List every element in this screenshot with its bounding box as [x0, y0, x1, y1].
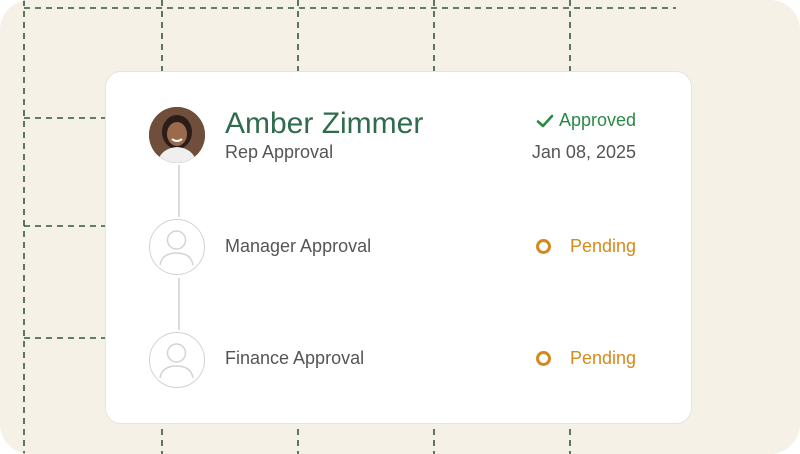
- timeline-connector: [178, 165, 180, 217]
- pending-circle-icon: [535, 239, 551, 254]
- step-label-manager-approval: Manager Approval: [225, 236, 372, 256]
- status-text: Pending: [569, 236, 636, 256]
- approval-date: Jan 08, 2025: [531, 142, 636, 162]
- step-label-rep-approval: Rep Approval: [225, 142, 334, 162]
- status-text: Approved: [558, 110, 636, 130]
- user-placeholder-icon: [149, 332, 205, 388]
- step-label-finance-approval: Finance Approval: [225, 348, 365, 368]
- timeline-connector: [178, 278, 180, 330]
- check-icon: [536, 114, 554, 127]
- status-pending: Pending: [535, 348, 636, 369]
- user-placeholder-icon: [149, 219, 205, 275]
- approval-stage: Amber Zimmer Rep Approval Approved Jan 0…: [0, 0, 800, 454]
- avatar-amber-zimmer: [149, 107, 205, 163]
- pending-circle-icon: [535, 351, 551, 366]
- approver-name: Amber Zimmer: [225, 107, 424, 140]
- status-approved: Approved: [535, 110, 636, 131]
- status-text: Pending: [569, 348, 636, 368]
- approval-card: Amber Zimmer Rep Approval Approved Jan 0…: [105, 71, 692, 424]
- status-pending: Pending: [535, 236, 636, 257]
